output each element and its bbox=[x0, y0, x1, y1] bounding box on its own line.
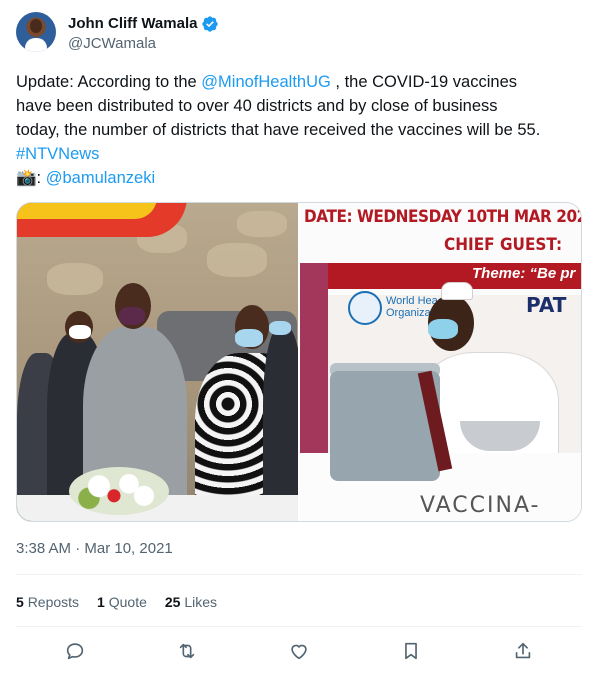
banner-yellow bbox=[17, 203, 157, 219]
reposts-stat[interactable]: 5 Reposts bbox=[16, 592, 79, 612]
tweet-line: Update: According to the @MinofHealthUG … bbox=[16, 70, 582, 94]
who-logo-icon bbox=[348, 291, 382, 325]
tweet-line: have been distributed to over 40 distric… bbox=[16, 94, 582, 118]
reposts-count: 5 bbox=[16, 594, 24, 610]
tweet-text-segment: , the COVID-19 vaccines bbox=[330, 73, 518, 91]
likes-label: Likes bbox=[184, 594, 218, 610]
likes-stat[interactable]: 25 Likes bbox=[165, 592, 217, 612]
share-icon bbox=[515, 642, 531, 659]
quotes-label: Quote bbox=[108, 594, 147, 610]
bookmark-icon bbox=[405, 642, 417, 660]
tweet-actions bbox=[16, 638, 582, 664]
face-mask bbox=[428, 319, 458, 339]
face-mask bbox=[235, 329, 263, 347]
like-button[interactable] bbox=[286, 638, 312, 664]
face-mask bbox=[269, 321, 291, 335]
tweet-media: DATE: WEDNESDAY 10TH MAR 2021 V CHIEF GU… bbox=[16, 202, 582, 522]
tweet-text-segment: Update: According to the bbox=[16, 73, 202, 91]
likes-count: 25 bbox=[164, 594, 181, 610]
camera-emoji: 📸: bbox=[16, 169, 46, 187]
reply-button[interactable] bbox=[62, 638, 88, 664]
author-display-name[interactable]: John Cliff Wamala bbox=[68, 14, 197, 34]
hashtag-link[interactable]: #NTVNews bbox=[16, 145, 99, 163]
pat-text: PAT bbox=[526, 293, 567, 317]
wall-stone bbox=[47, 263, 103, 295]
reply-icon bbox=[66, 643, 84, 660]
tweet-text-segment: have been distributed to over 40 distric… bbox=[16, 97, 498, 115]
tweet-line: 📸: @bamulanzeki bbox=[16, 166, 582, 190]
face-mask bbox=[69, 325, 91, 339]
mention-link[interactable]: @bamulanzeki bbox=[46, 169, 155, 187]
tweet-timestamp[interactable]: 3:38 AM · Mar 10, 2021 bbox=[16, 539, 173, 559]
author-name-row: John Cliff Wamala bbox=[68, 14, 219, 34]
tweet-text: Update: According to the @MinofHealthUG … bbox=[16, 70, 582, 190]
quotes-count: 1 bbox=[97, 594, 105, 610]
verified-badge-icon bbox=[201, 15, 219, 33]
person bbox=[263, 327, 298, 521]
flower-arrangement bbox=[69, 467, 169, 515]
media-photo-right[interactable]: DATE: WEDNESDAY 10TH MAR 2021 V CHIEF GU… bbox=[300, 203, 581, 521]
quotes-stat[interactable]: 1 Quote bbox=[97, 592, 147, 612]
mention-link[interactable]: @MinofHealthUG bbox=[201, 73, 331, 91]
divider bbox=[16, 626, 582, 627]
nurse-cap bbox=[442, 283, 472, 299]
face-mask bbox=[119, 307, 145, 325]
sign-chief-guest-text: CHIEF GUEST: bbox=[444, 235, 563, 255]
tweet-line: today, the number of districts that have… bbox=[16, 118, 582, 142]
like-icon bbox=[291, 644, 307, 660]
person-arm bbox=[300, 263, 328, 463]
handwritten-text: VACCINA- bbox=[420, 493, 541, 518]
tweet-header: John Cliff Wamala @JCWamala bbox=[16, 12, 582, 56]
sign-theme-text: Theme: “Be pr bbox=[472, 265, 576, 282]
tweet-text-segment: today, the number of districts that have… bbox=[16, 121, 541, 139]
share-button[interactable] bbox=[510, 638, 536, 664]
sign-date-text: DATE: WEDNESDAY 10TH MAR 2021 V bbox=[304, 207, 581, 227]
wall-stone bbox=[207, 243, 267, 277]
engagement-stats: 5 Reposts 1 Quote 25 Likes bbox=[16, 592, 217, 612]
bookmark-button[interactable] bbox=[398, 638, 424, 664]
avatar[interactable] bbox=[16, 12, 56, 52]
divider bbox=[16, 574, 582, 575]
media-photo-left[interactable] bbox=[17, 203, 298, 521]
author-handle[interactable]: @JCWamala bbox=[68, 34, 156, 54]
reposts-label: Reposts bbox=[27, 594, 80, 610]
tweet-line: #NTVNews bbox=[16, 142, 582, 166]
repost-icon bbox=[179, 643, 195, 659]
repost-button[interactable] bbox=[174, 638, 200, 664]
wall-stone bbox=[237, 211, 287, 237]
